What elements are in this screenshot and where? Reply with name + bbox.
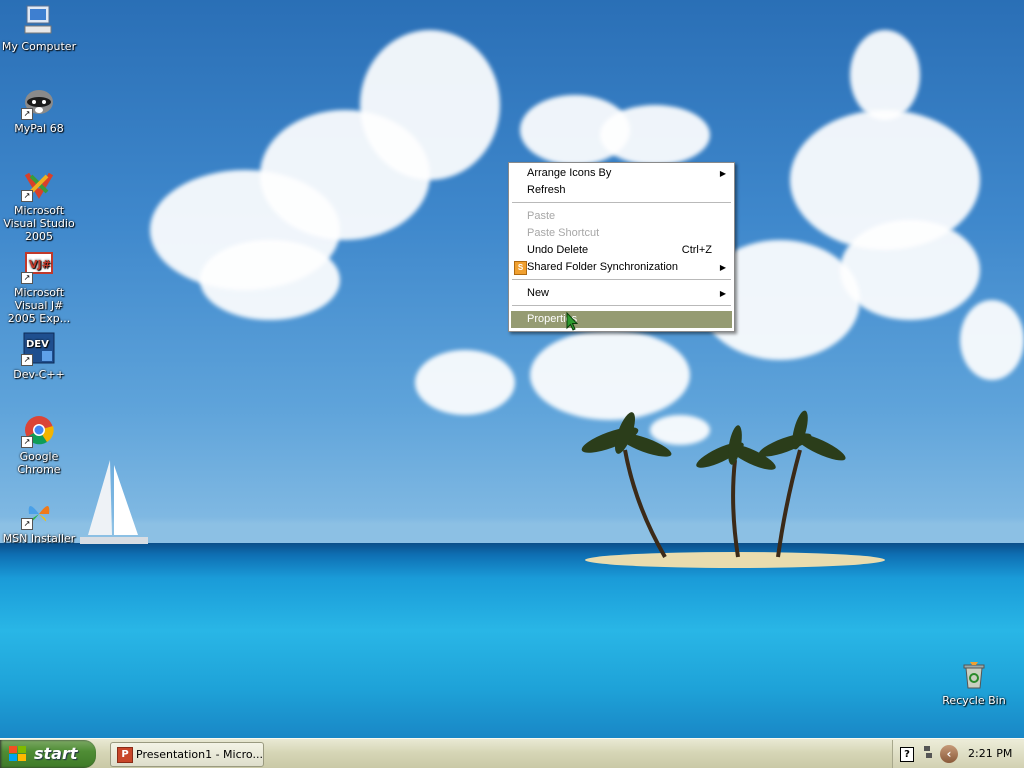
desktop-context-menu: Arrange Icons By ▶ Refresh Paste Paste S… — [508, 162, 735, 332]
desktop-icon-google-chrome[interactable]: ↗ Google Chrome — [0, 414, 78, 476]
palm-trees — [581, 410, 846, 558]
dev-cpp-icon: DEV ↗ — [21, 332, 55, 366]
desktop-icon-label: Dev-C++ — [13, 368, 65, 381]
visual-studio-icon: ↗ — [21, 168, 55, 202]
desktop-icon-visual-studio[interactable]: ↗ Microsoft Visual Studio 2005 — [0, 168, 78, 243]
menu-item-paste-shortcut[interactable]: Paste Shortcut — [511, 225, 732, 242]
cloud — [960, 300, 1024, 380]
mypal-raccoon-icon: ↗ — [21, 86, 55, 120]
menu-item-shared-folder-sync[interactable]: S Shared Folder Synchronization ▶ — [511, 259, 732, 276]
shortcut-arrow-icon: ↗ — [21, 190, 33, 202]
sea — [0, 543, 1024, 738]
shortcut-arrow-icon: ↗ — [21, 518, 33, 530]
visual-jsharp-icon: VJ# ↗ — [21, 250, 55, 284]
powerpoint-icon: P — [117, 747, 133, 763]
sailboat — [80, 460, 148, 544]
menu-item-refresh[interactable]: Refresh — [511, 182, 732, 199]
taskbar-button-presentation[interactable]: P Presentation1 - Micro... — [110, 742, 264, 767]
menu-separator — [512, 305, 731, 306]
menu-item-properties[interactable]: Properties — [511, 311, 732, 328]
menu-item-paste[interactable]: Paste — [511, 208, 732, 225]
submenu-arrow-icon: ▶ — [719, 289, 726, 298]
taskbar-button-label: Presentation1 - Micro... — [136, 748, 263, 761]
shortcut-arrow-icon: ↗ — [21, 354, 33, 366]
cloud — [850, 30, 920, 120]
submenu-arrow-icon: ▶ — [719, 263, 726, 272]
submenu-arrow-icon: ▶ — [719, 169, 726, 178]
shortcut-arrow-icon: ↗ — [21, 108, 33, 120]
shortcut-arrow-icon: ↗ — [21, 436, 33, 448]
desktop-icon-label: Recycle Bin — [942, 694, 1006, 707]
recycle-bin-icon — [958, 658, 990, 690]
desktop-icon-label: My Computer — [1, 40, 77, 53]
desktop-icon-my-computer[interactable]: My Computer — [0, 4, 78, 53]
show-hidden-icons-chevron-icon[interactable]: ‹ — [940, 745, 958, 763]
desktop-icon-label: MyPal 68 — [14, 122, 64, 135]
desktop-icon-dev-cpp[interactable]: DEV ↗ Dev-C++ — [0, 332, 78, 381]
cloud — [200, 240, 340, 320]
start-label: start — [34, 744, 78, 763]
shortcut-text: Ctrl+Z — [681, 244, 712, 256]
menu-separator — [512, 279, 731, 280]
desktop-icon-label: Microsoft Visual J# 2005 Exp... — [7, 286, 71, 325]
svg-text:DEV: DEV — [26, 339, 49, 350]
google-chrome-icon: ↗ — [21, 414, 55, 448]
menu-item-undo-delete[interactable]: Undo Delete Ctrl+Z — [511, 242, 732, 259]
svg-text:VJ#: VJ# — [29, 258, 51, 271]
msn-butterfly-icon: ↗ — [21, 496, 55, 530]
menu-item-arrange-icons-by[interactable]: Arrange Icons By ▶ — [511, 165, 732, 182]
desktop[interactable]: My Computer ↗ MyPal 68 ↗ Microsoft Visua… — [0, 0, 1024, 738]
windows-logo-icon — [9, 746, 27, 762]
desktop-icon-label: Google Chrome — [17, 450, 61, 476]
mouse-pointer-icon — [566, 312, 578, 331]
start-button[interactable]: start — [0, 740, 96, 768]
cloud — [600, 105, 710, 165]
shortcut-arrow-icon: ↗ — [21, 272, 33, 284]
shared-folder-sync-icon: S — [514, 261, 527, 275]
desktop-icon-msn-installer[interactable]: ↗ MSN Installer — [0, 496, 78, 545]
taskbar: start P Presentation1 - Micro... ? ‹ 2:2… — [0, 738, 1024, 768]
help-icon[interactable]: ? — [900, 747, 914, 762]
desktop-icon-visual-jsharp[interactable]: VJ# ↗ Microsoft Visual J# 2005 Exp... — [0, 250, 78, 325]
network-icon[interactable] — [923, 745, 933, 759]
cloud — [840, 220, 980, 320]
menu-item-new[interactable]: New ▶ — [511, 285, 732, 302]
system-tray: ? ‹ 2:21 PM — [892, 740, 1024, 768]
cloud — [415, 350, 515, 415]
menu-separator — [512, 202, 731, 203]
cloud — [360, 30, 500, 180]
my-computer-icon — [23, 4, 55, 36]
desktop-icon-recycle-bin[interactable]: Recycle Bin — [935, 658, 1013, 707]
clock[interactable]: 2:21 PM — [968, 747, 1012, 760]
desktop-icon-mypal[interactable]: ↗ MyPal 68 — [0, 86, 78, 135]
desktop-icon-label: MSN Installer — [2, 532, 76, 545]
desktop-icon-label: Microsoft Visual Studio 2005 — [3, 204, 75, 243]
